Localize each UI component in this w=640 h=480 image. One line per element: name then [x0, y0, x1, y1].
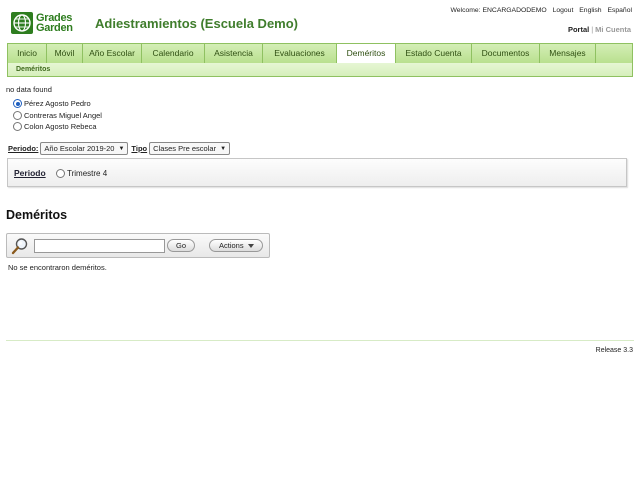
logout-link[interactable]: Logout — [553, 7, 574, 14]
tab-documentos[interactable]: Documentos — [472, 44, 540, 63]
tipo-filter-label: Tipo — [131, 144, 148, 153]
tipo-select-value: Clases Pre escolar — [153, 144, 217, 153]
portal-separator: | — [591, 25, 594, 34]
no-data-message: no data found — [6, 85, 52, 94]
chevron-down-icon: ▼ — [220, 145, 227, 152]
globe-logo-icon — [11, 12, 33, 34]
sub-nav: Deméritos — [7, 63, 633, 77]
periodo-panel-label: Periodo — [14, 168, 46, 178]
demeritos-heading: Deméritos — [6, 208, 68, 222]
english-link[interactable]: English — [579, 7, 601, 14]
footer-divider — [6, 340, 634, 341]
tipo-select[interactable]: Clases Pre escolar ▼ — [149, 142, 231, 155]
student-name: Pérez Agosto Pedro — [24, 99, 91, 109]
go-button[interactable]: Go — [167, 239, 195, 252]
top-links: Welcome: ENCARGADODEMO Logout English Es… — [446, 7, 632, 14]
portal-links: Portal | Mi Cuenta — [568, 25, 631, 34]
search-toolbar: Go Actions — [6, 233, 270, 258]
welcome-text: Welcome: ENCARGADODEMO — [450, 7, 547, 14]
radio-icon[interactable] — [56, 169, 65, 178]
mi-cuenta-link[interactable]: Mi Cuenta — [595, 25, 631, 34]
release-version: Release 3.3 — [595, 347, 633, 354]
radio-icon[interactable] — [13, 110, 22, 120]
tab-calendario[interactable]: Calendario — [142, 44, 205, 63]
actions-label: Actions — [219, 241, 244, 250]
main-nav: Inicio Móvil Año Escolar Calendario Asis… — [7, 43, 633, 64]
portal-link[interactable]: Portal — [568, 25, 589, 34]
periodo-filter-label: Periodo: — [8, 144, 39, 153]
tab-estado-cuenta[interactable]: Estado Cuenta — [396, 44, 472, 63]
radio-selected-icon[interactable] — [13, 99, 22, 109]
logo-text: Grades Garden — [36, 13, 73, 34]
header: Grades Garden Adiestramientos (Escuela D… — [0, 0, 640, 42]
tab-ano-escolar[interactable]: Año Escolar — [83, 44, 142, 63]
espanol-link[interactable]: Español — [607, 7, 632, 14]
page-title: Adiestramientos (Escuela Demo) — [95, 16, 299, 31]
tab-inicio[interactable]: Inicio — [8, 44, 47, 63]
actions-button[interactable]: Actions — [209, 239, 263, 252]
student-list: Pérez Agosto Pedro Contreras Miguel Ange… — [13, 98, 102, 133]
search-input[interactable] — [34, 239, 165, 253]
radio-icon[interactable] — [13, 122, 22, 132]
student-option[interactable]: Colon Agosto Rebeca — [13, 121, 102, 133]
filters-row: Periodo: Año Escolar 2019-20 ▼ Tipo Clas… — [8, 142, 231, 155]
periodo-panel: Periodo Trimestre 4 — [7, 158, 627, 187]
chevron-down-icon: ▼ — [118, 145, 125, 152]
periodo-select[interactable]: Año Escolar 2019-20 ▼ — [40, 142, 129, 155]
tab-movil[interactable]: Móvil — [47, 44, 83, 63]
logo-line-2: Garden — [36, 22, 73, 34]
tab-mensajes[interactable]: Mensajes — [540, 44, 596, 63]
search-icon[interactable] — [11, 237, 29, 255]
caret-down-icon — [248, 244, 254, 248]
student-option[interactable]: Contreras Miguel Angel — [13, 110, 102, 122]
trimestre-label: Trimestre 4 — [67, 169, 108, 178]
empty-message: No se encontraron deméritos. — [8, 263, 107, 272]
grades-garden-logo[interactable]: Grades Garden — [11, 11, 81, 35]
tab-asistencia[interactable]: Asistencia — [205, 44, 263, 63]
periodo-select-value: Año Escolar 2019-20 — [44, 144, 115, 153]
tab-evaluaciones[interactable]: Evaluaciones — [263, 44, 337, 63]
subnav-demeritos[interactable]: Deméritos — [16, 66, 50, 73]
student-name: Colon Agosto Rebeca — [24, 122, 97, 132]
tab-demeritos[interactable]: Deméritos — [337, 43, 396, 64]
student-option[interactable]: Pérez Agosto Pedro — [13, 98, 102, 110]
trimestre-option[interactable]: Trimestre 4 — [56, 169, 107, 178]
student-name: Contreras Miguel Angel — [24, 110, 102, 120]
